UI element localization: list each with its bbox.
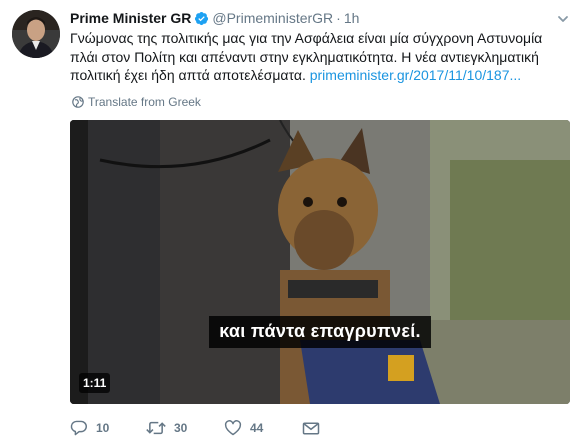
- tweet-link[interactable]: primeminister.gr/2017/11/10/187...: [310, 67, 521, 83]
- direct-message-button[interactable]: [302, 421, 328, 436]
- like-button[interactable]: 44: [224, 420, 302, 436]
- video-thumbnail: [70, 120, 570, 404]
- tweet-text: Γνώμονας της πολιτικής μας για την Ασφάλ…: [70, 29, 570, 85]
- reply-icon: [70, 420, 87, 436]
- retweet-button[interactable]: 30: [146, 420, 224, 436]
- video-player[interactable]: και πάντα επαγρυπνεί. 1:11: [70, 120, 570, 404]
- tweet-header: Prime Minister GR @PrimeministerGR · 1h: [70, 9, 359, 30]
- video-duration: 1:11: [79, 373, 111, 393]
- timestamp[interactable]: 1h: [344, 10, 360, 26]
- translate-label: Translate from Greek: [88, 95, 201, 109]
- retweet-count: 30: [174, 421, 188, 435]
- translate-button[interactable]: Translate from Greek: [72, 95, 201, 109]
- heart-icon: [224, 420, 242, 436]
- globe-icon: [72, 96, 84, 108]
- verified-badge-icon: [194, 11, 209, 30]
- reply-count: 10: [96, 421, 110, 435]
- chevron-down-icon[interactable]: [556, 12, 570, 26]
- display-name[interactable]: Prime Minister GR: [70, 10, 191, 26]
- retweet-icon: [146, 421, 166, 435]
- envelope-icon: [302, 422, 320, 434]
- reply-button[interactable]: 10: [70, 420, 146, 436]
- tweet-actions: 10 30 44: [70, 418, 328, 438]
- handle[interactable]: @PrimeministerGR: [212, 10, 333, 26]
- like-count: 44: [250, 421, 264, 435]
- avatar[interactable]: [12, 10, 60, 58]
- tweet[interactable]: Prime Minister GR @PrimeministerGR · 1h Γνώ…: [0, 0, 584, 440]
- separator: ·: [336, 10, 341, 26]
